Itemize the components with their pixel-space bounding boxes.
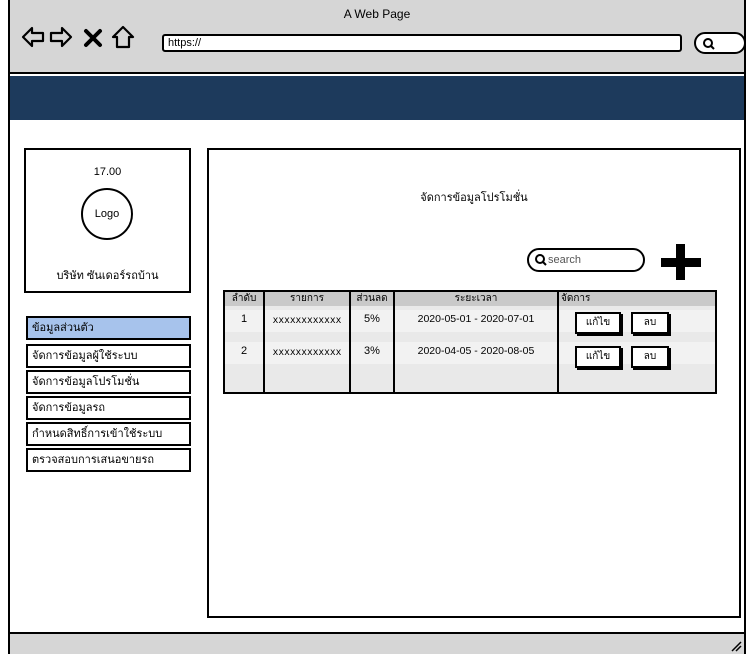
sidebar-item-promotions[interactable]: จัดการข้อมูลโปรโมชั่น: [26, 370, 191, 394]
cell-discount: 5%: [364, 313, 380, 325]
back-arrow-icon[interactable]: [20, 24, 46, 50]
company-name: บริษัท ซันเดอร์รถบ้าน: [56, 270, 159, 282]
sidebar-item-cars[interactable]: จัดการข้อมูลรถ: [26, 396, 191, 420]
profile-card: 17.00 Logo บริษัท ซันเดอร์รถบ้าน: [24, 148, 191, 293]
table-header: ลำดับ รายการ ส่วนลด ระยะเวลา จัดการ: [225, 292, 715, 306]
delete-button[interactable]: ลบ: [631, 346, 669, 368]
resize-grip-icon[interactable]: [728, 638, 742, 652]
cell-period: 2020-04-05 - 2020-08-05: [417, 345, 535, 357]
search-input[interactable]: search: [527, 248, 645, 272]
cell-period: 2020-05-01 - 2020-07-01: [417, 313, 535, 325]
sidebar-item-sale-offers[interactable]: ตรวจสอบการเสนอขายรถ: [26, 448, 191, 472]
page-title: จัดการข้อมูลโปรโมชั่น: [420, 192, 528, 204]
cell-item: xxxxxxxxxxxx: [272, 315, 342, 326]
browser-search-button[interactable]: [694, 32, 746, 54]
col-header-item: รายการ: [290, 293, 324, 304]
close-icon[interactable]: [82, 24, 104, 50]
sidebar-item-users[interactable]: จัดการข้อมูลผู้ใช้ระบบ: [26, 344, 191, 368]
col-header-no: ลำดับ: [231, 293, 257, 304]
url-bar[interactable]: https://: [162, 34, 682, 52]
search-icon: [535, 254, 547, 266]
browser-window: A Web Page https:// 17.00 Logo บริษัท ซั…: [8, 0, 746, 654]
edit-button[interactable]: แก้ไข: [575, 312, 621, 334]
col-header-period: ระยะเวลา: [454, 293, 498, 304]
search-icon: [703, 38, 715, 50]
promotions-table: ลำดับ รายการ ส่วนลด ระยะเวลา จัดการ 1 xx…: [223, 290, 717, 394]
search-placeholder: search: [548, 254, 582, 266]
company-logo: Logo: [81, 188, 133, 240]
cell-no: 2: [240, 345, 248, 357]
home-icon[interactable]: [110, 24, 136, 50]
browser-titlebar: A Web Page https://: [10, 0, 746, 74]
col-header-discount: ส่วนลด: [356, 293, 388, 304]
window-title: A Web Page: [343, 7, 411, 21]
edit-button[interactable]: แก้ไข: [575, 346, 621, 368]
main-panel: จัดการข้อมูลโปรโมชั่น search ลำดับ รายกา…: [207, 148, 741, 618]
cell-discount: 3%: [364, 345, 380, 357]
header-bar: [10, 76, 744, 120]
sidebar-item-profile[interactable]: ข้อมูลส่วนตัว: [26, 316, 191, 340]
status-bar: [10, 632, 744, 654]
profile-time: 17.00: [93, 166, 122, 178]
forward-arrow-icon[interactable]: [48, 24, 74, 50]
cell-no: 1: [240, 313, 248, 325]
sidebar-item-permissions[interactable]: กำหนดสิทธิ์การเข้าใช้ระบบ: [26, 422, 191, 446]
delete-button[interactable]: ลบ: [631, 312, 669, 334]
add-promotion-button[interactable]: [661, 244, 701, 280]
cell-item: xxxxxxxxxxxx: [272, 347, 342, 358]
col-header-manage: จัดการ: [561, 293, 591, 304]
